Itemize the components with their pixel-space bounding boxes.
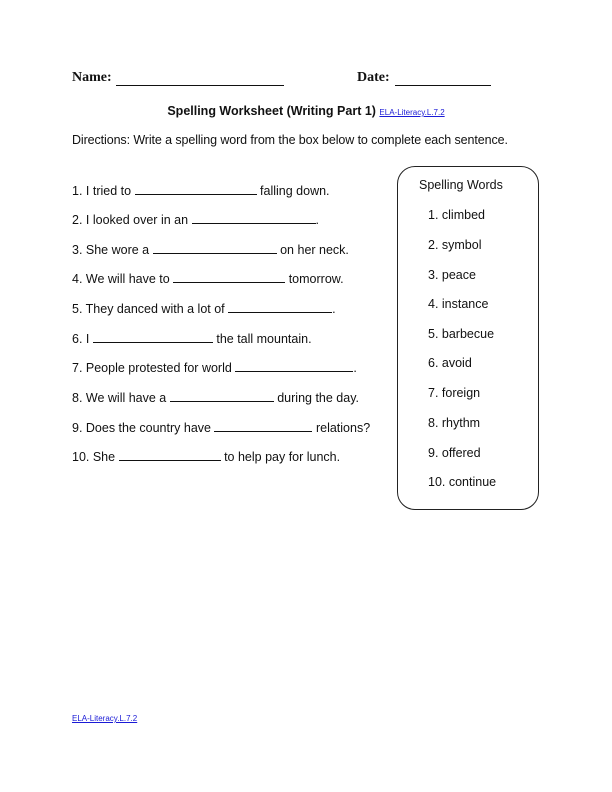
sentence-6: 6. I the tall mountain.: [72, 331, 312, 346]
sentence-10: 10. She to help pay for lunch.: [72, 449, 340, 464]
word-box-title: Spelling Words: [419, 178, 503, 192]
sentence-text-before: 6. I: [72, 332, 90, 346]
header-row: Name: Date:: [72, 70, 542, 90]
sentence-text-after: on her neck.: [280, 243, 349, 257]
sentence-text-before: 1. I tried to: [72, 184, 132, 198]
footer: ELA-Literacy.L.7.2: [72, 708, 137, 726]
answer-blank[interactable]: [134, 183, 257, 195]
sentence-text-before: 4. We will have to: [72, 272, 170, 286]
answer-blank[interactable]: [152, 242, 277, 254]
answer-blank[interactable]: [92, 331, 213, 343]
sentence-text-after: relations?: [315, 421, 371, 435]
sentence-text-before: 8. We will have a: [72, 391, 167, 405]
answer-blank[interactable]: [214, 420, 313, 432]
answer-blank[interactable]: [191, 212, 316, 224]
sentence-text-after: the tall mountain.: [216, 332, 312, 346]
sentence-text-after: .: [315, 213, 320, 227]
spelling-word: 8. rhythm: [428, 416, 481, 430]
worksheet-title: Spelling Worksheet (Writing Part 1): [167, 104, 376, 118]
spelling-word: 6. avoid: [428, 356, 472, 370]
spelling-word: 10. continue: [428, 475, 497, 489]
spelling-word: 1. climbed: [428, 208, 485, 222]
spelling-word: 9. offered: [428, 446, 481, 460]
sentence-9: 9. Does the country have relations?: [72, 420, 370, 435]
sentence-text-before: 2. I looked over in an: [72, 213, 189, 227]
date-label: Date:: [357, 70, 390, 85]
answer-blank[interactable]: [173, 271, 286, 283]
sentence-text-after: falling down.: [260, 184, 330, 198]
spelling-word: 7. foreign: [428, 386, 481, 400]
worksheet-title-row: Spelling Worksheet (Writing Part 1) ELA-…: [0, 104, 612, 118]
directions: Directions: Write a spelling word from t…: [72, 133, 508, 147]
spelling-word: 3. peace: [428, 268, 476, 282]
name-field-line[interactable]: [116, 85, 284, 86]
name-label: Name:: [72, 70, 112, 85]
answer-blank[interactable]: [235, 360, 354, 372]
answer-blank[interactable]: [169, 390, 274, 402]
sentence-7: 7. People protested for world .: [72, 360, 357, 375]
answer-blank[interactable]: [228, 301, 333, 313]
sentence-text-after: .: [332, 302, 336, 316]
sentence-text-before: 5. They danced with a lot of: [72, 302, 225, 316]
sentence-1: 1. I tried to falling down.: [72, 183, 330, 198]
sentence-4: 4. We will have to tomorrow.: [72, 271, 344, 286]
spelling-word: 2. symbol: [428, 238, 482, 252]
sentence-2: 2. I looked over in an .: [72, 212, 319, 227]
footer-standard-link[interactable]: ELA-Literacy.L.7.2: [72, 714, 137, 723]
sentence-3: 3. She wore a on her neck.: [72, 242, 349, 257]
standard-link[interactable]: ELA-Literacy.L.7.2: [379, 108, 444, 117]
sentence-text-before: 7. People protested for world: [72, 361, 232, 375]
date-field-line[interactable]: [395, 85, 491, 86]
sentence-8: 8. We will have a during the day.: [72, 390, 359, 405]
answer-blank[interactable]: [118, 449, 221, 461]
sentence-text-before: 10. She: [72, 450, 116, 464]
sentence-text-after: tomorrow.: [288, 272, 344, 286]
sentence-5: 5. They danced with a lot of .: [72, 301, 336, 316]
sentence-text-after: during the day.: [277, 391, 360, 405]
sentence-text-after: .: [353, 361, 357, 375]
spelling-word: 5. barbecue: [428, 327, 495, 341]
sentence-text-before: 9. Does the country have: [72, 421, 211, 435]
sentence-text-after: to help pay for lunch.: [224, 450, 341, 464]
sentence-text-before: 3. She wore a: [72, 243, 150, 257]
spelling-word: 4. instance: [428, 297, 489, 311]
